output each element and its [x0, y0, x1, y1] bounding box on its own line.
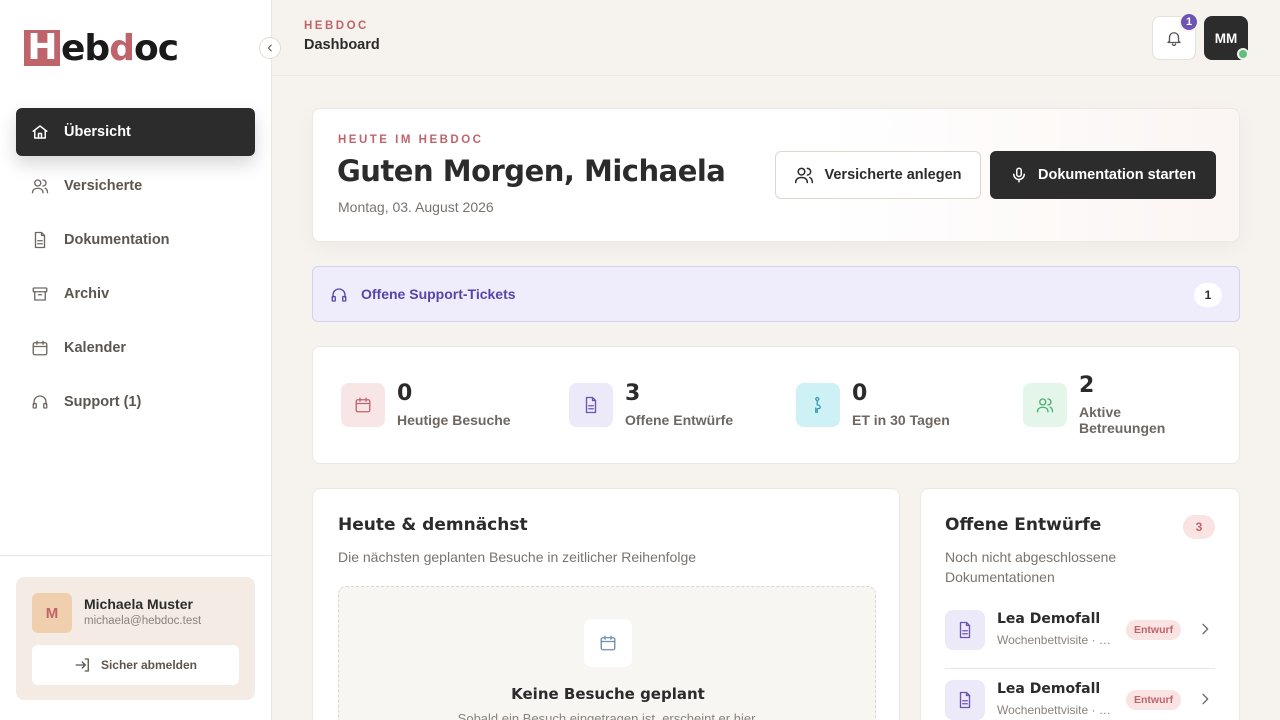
empty-state-text: Sobald ein Besuch eingetragen ist, ersch… [457, 711, 759, 720]
support-tickets-count: 1 [1194, 283, 1222, 307]
sidebar-item-label: Übersicht [64, 124, 131, 140]
sidebar-item-dokumentation[interactable]: Dokumentation [16, 216, 255, 264]
sidebar-item-label: Dokumentation [64, 232, 170, 248]
sidebar-item-label: Versicherte [64, 178, 143, 194]
stat-label: Offene Entwürfe [625, 412, 734, 428]
stat-value: 2 [1079, 373, 1095, 398]
draft-name: Lea Demofall [997, 681, 1101, 697]
document-icon [945, 680, 985, 720]
open-drafts-card: Offene Entwürfe 3 Noch nicht abgeschloss… [920, 488, 1240, 720]
online-status-dot [1237, 48, 1249, 60]
users-icon [1023, 383, 1067, 427]
start-documentation-label: Dokumentation starten [1038, 167, 1196, 183]
logout-icon [74, 656, 92, 674]
calendar-icon [341, 383, 385, 427]
logout-button[interactable]: Sicher abmelden [32, 645, 239, 685]
list-item[interactable]: Lea Demofall Wochenbettvisite · … Entwur… [945, 669, 1215, 720]
users-icon [794, 165, 814, 185]
status-badge: Entwurf [1126, 620, 1182, 640]
stat-value: 0 [397, 381, 413, 406]
upcoming-visits-card: Heute & demnächst Die nächsten geplanten… [312, 488, 900, 720]
sidebar-item-label: Archiv [64, 286, 110, 302]
support-tickets-bar[interactable]: Offene Support-Tickets 1 [312, 266, 1240, 322]
sidebar-nav: Übersicht Versicherte Dokumentation Arch… [16, 108, 255, 432]
sidebar-item-uebersicht[interactable]: Übersicht [16, 108, 255, 156]
stat-label: ET in 30 Tagen [852, 412, 950, 428]
user-email: michaela@hebdoc.test [84, 615, 202, 627]
topbar-eyebrow: HEBDOC [304, 20, 369, 32]
pregnant-icon [796, 383, 840, 427]
greeting-title: Guten Morgen, Michaela [337, 154, 726, 188]
document-icon [569, 383, 613, 427]
page-title: Dashboard [304, 37, 380, 53]
logo-h-box: H [24, 30, 60, 66]
sidebar-footer: M Michaela Muster michaela@hebdoc.test S… [0, 555, 271, 720]
stat-value: 3 [625, 381, 641, 406]
archive-icon [31, 285, 49, 303]
chevron-left-icon [265, 43, 275, 53]
add-insured-button[interactable]: Versicherte anlegen [775, 151, 981, 199]
upcoming-title: Heute & demnächst [338, 515, 528, 535]
chevron-right-icon [1197, 621, 1213, 642]
headset-icon [31, 393, 49, 411]
upcoming-subtitle: Die nächsten geplanten Besuche in zeitli… [338, 549, 697, 565]
users-icon [31, 177, 49, 195]
draft-meta: Wochenbettvisite · … [997, 703, 1111, 717]
empty-state-title: Keine Besuche geplant [511, 685, 705, 703]
sidebar-item-archiv[interactable]: Archiv [16, 270, 255, 318]
sidebar-item-versicherte[interactable]: Versicherte [16, 162, 255, 210]
home-icon [31, 123, 49, 141]
calendar-icon [584, 619, 632, 667]
welcome-eyebrow: HEUTE IM HEBDOC [338, 134, 484, 146]
add-insured-label: Versicherte anlegen [824, 167, 962, 183]
logo-text-oc: oc [133, 27, 179, 69]
hebdoc-logo[interactable]: Heb d oc [24, 27, 179, 69]
logo-text-eb: eb [61, 27, 110, 69]
drafts-title: Offene Entwürfe [945, 515, 1102, 535]
topbar: HEBDOC Dashboard 1 MM [272, 0, 1280, 76]
document-icon [945, 610, 985, 650]
list-item[interactable]: Lea Demofall Wochenbettvisite · … Entwur… [945, 599, 1215, 669]
drafts-subtitle: Noch nicht abgeschlossene Dokumentatione… [945, 549, 1117, 585]
start-documentation-button[interactable]: Dokumentation starten [990, 151, 1216, 199]
support-tickets-label: Offene Support-Tickets [361, 286, 516, 302]
logout-label: Sicher abmelden [100, 658, 198, 672]
stats-card: 0 Heutige Besuche 3 Offene Entwürfe 0 ET… [312, 346, 1240, 464]
avatar: M [32, 593, 72, 633]
sidebar-collapse-button[interactable] [259, 37, 281, 59]
drafts-count-badge: 3 [1183, 515, 1215, 539]
draft-meta: Wochenbettvisite · … [997, 633, 1111, 647]
stat-label: Aktive Betreuungen [1079, 404, 1166, 436]
document-icon [31, 231, 49, 249]
sidebar: Heb d oc Übersicht Versicherte Dokumentati… [0, 0, 272, 720]
user-name: Michaela Muster [84, 596, 193, 612]
stat-value: 0 [852, 381, 868, 406]
headset-icon [330, 286, 348, 304]
stat-label: Heutige Besuche [397, 412, 511, 428]
sidebar-item-label: Support (1) [64, 394, 142, 410]
logo-text-d: d [109, 27, 135, 69]
draft-name: Lea Demofall [997, 611, 1101, 627]
empty-state: Keine Besuche geplant Sobald ein Besuch … [338, 586, 876, 720]
current-date: Montag, 03. August 2026 [338, 199, 494, 215]
bell-icon [1165, 29, 1183, 47]
sidebar-item-support[interactable]: Support (1) [16, 378, 255, 426]
notification-badge: 1 [1179, 12, 1199, 32]
calendar-icon [31, 339, 49, 357]
sidebar-item-label: Kalender [64, 340, 127, 356]
microphone-icon [1010, 166, 1028, 184]
sidebar-item-kalender[interactable]: Kalender [16, 324, 255, 372]
welcome-card: HEUTE IM HEBDOC Guten Morgen, Michaela M… [312, 108, 1240, 242]
user-card: M Michaela Muster michaela@hebdoc.test S… [16, 577, 255, 700]
status-badge: Entwurf [1126, 690, 1182, 710]
chevron-right-icon [1197, 691, 1213, 712]
